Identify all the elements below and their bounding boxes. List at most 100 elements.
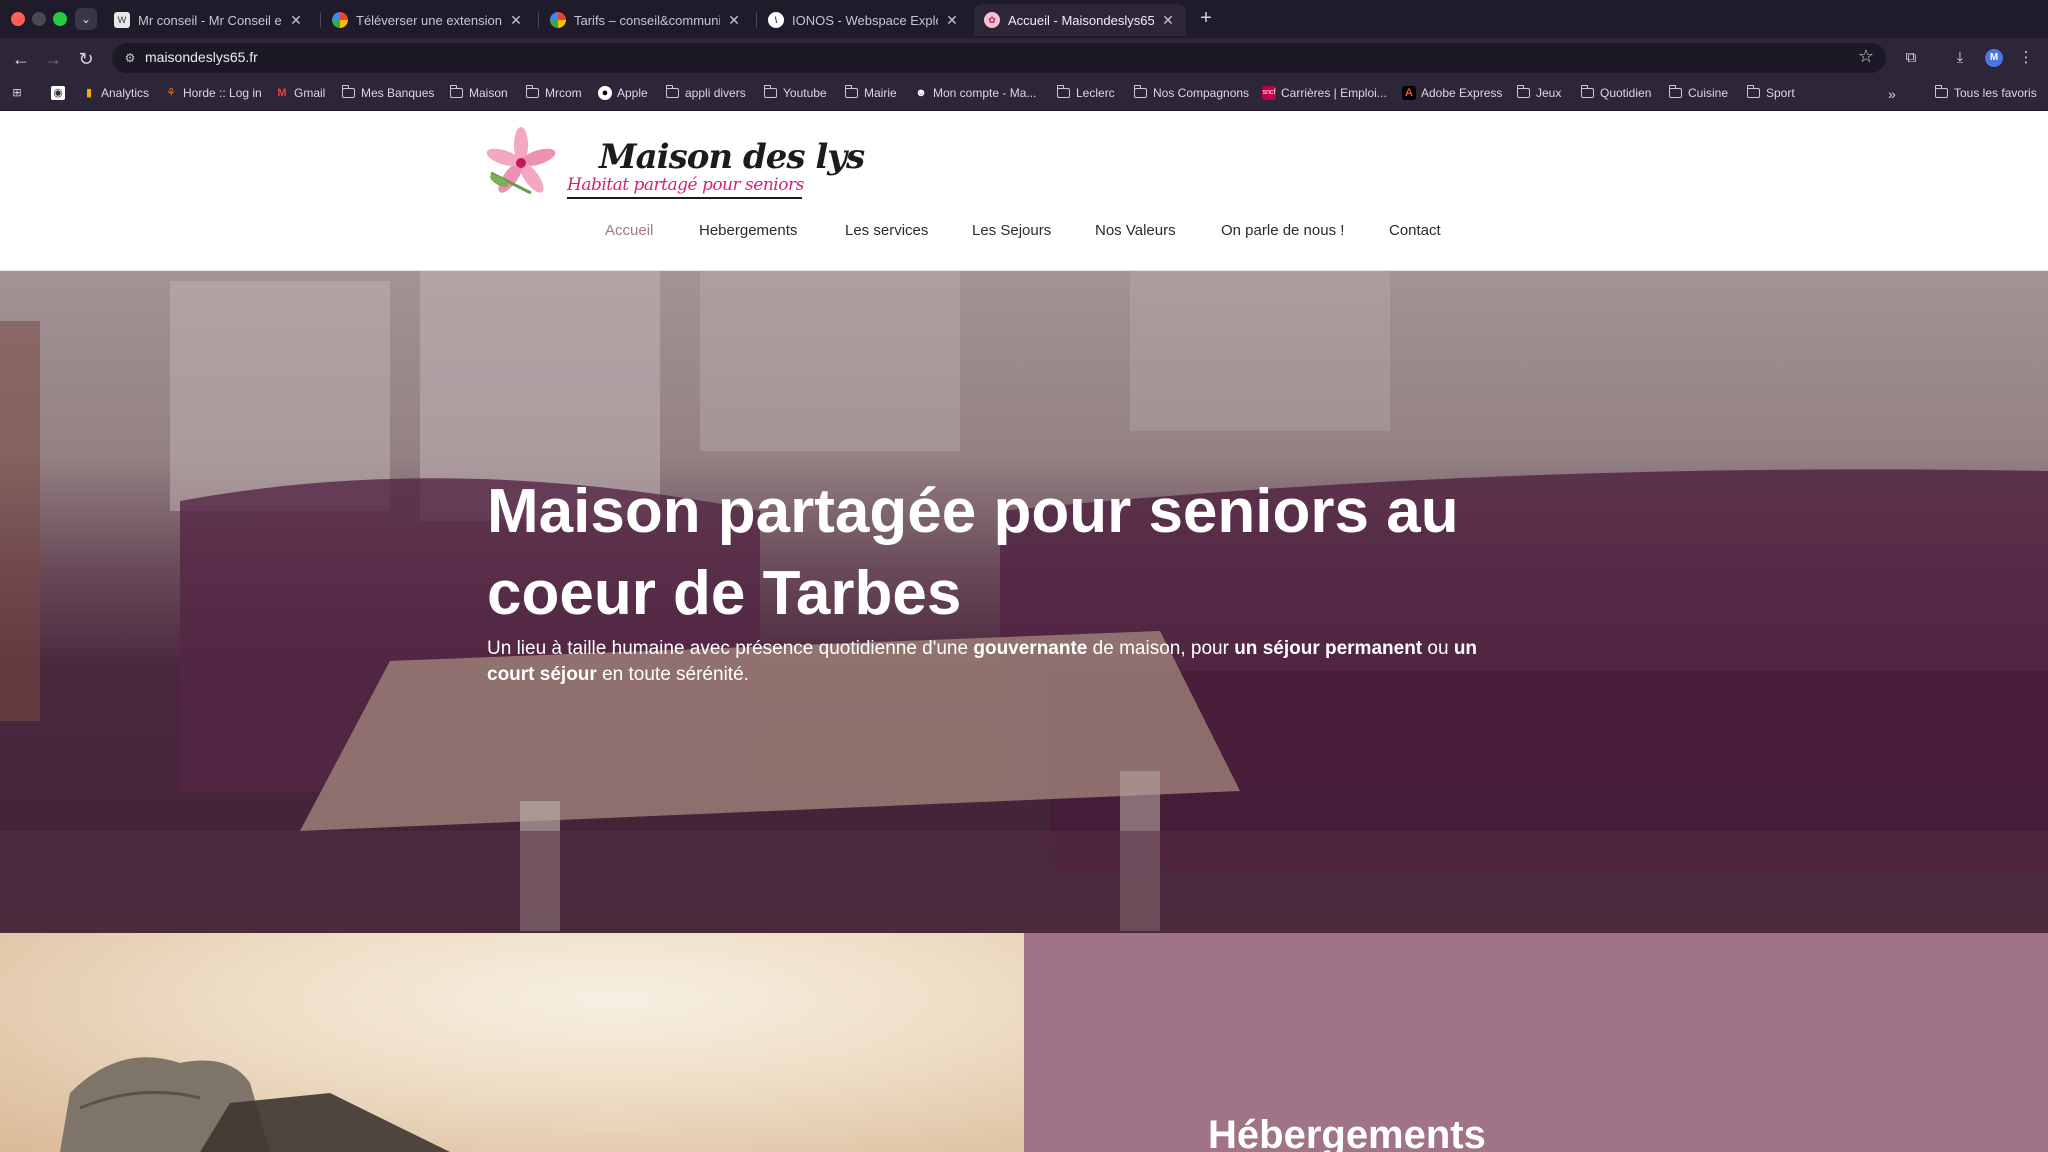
- tab-ionos[interactable]: \ IONOS - Webspace Explorer ✕: [758, 4, 970, 36]
- new-tab-button[interactable]: +: [1194, 6, 1218, 30]
- nav-accueil[interactable]: Accueil: [605, 222, 653, 239]
- address-bar[interactable]: ⚙ maisondeslys65.fr ☆: [112, 43, 1886, 73]
- bookmark-carrieres[interactable]: sncf Carrières | Emploi...: [1262, 86, 1387, 100]
- url-text[interactable]: maisondeslys65.fr: [145, 49, 258, 65]
- pillow-image: [60, 1057, 450, 1152]
- nav-on-parle-de-nous[interactable]: On parle de nous !: [1221, 222, 1344, 239]
- more-bookmarks-chevron-icon[interactable]: »: [1888, 86, 1896, 102]
- bookmarks-bar: ⊞ ◉ ▮ Analytics ⚘ Horde :: Log in M Gmail M…: [0, 78, 2048, 111]
- section-title-hebergements: Hébergements: [1208, 1113, 1486, 1152]
- emphasis-gouvernante: gouvernante: [973, 638, 1088, 659]
- horde-icon: ⚘: [166, 87, 176, 99]
- account-icon: ☻: [915, 87, 927, 99]
- apps-grid-icon[interactable]: ⊞: [10, 86, 29, 100]
- logo-subtitle: Habitat partagé pour seniors: [567, 175, 804, 195]
- tab-close-icon[interactable]: ✕: [726, 12, 742, 29]
- folder-icon: [450, 85, 463, 98]
- hebergements-section: Hébergements: [1024, 933, 2048, 1152]
- folder-icon: [1517, 85, 1530, 98]
- sncf-icon: sncf: [1262, 86, 1276, 100]
- ionos-favicon-icon: \: [768, 12, 784, 28]
- bookmark-analytics[interactable]: ▮ Analytics: [82, 86, 149, 100]
- bookmark-mon-compte[interactable]: ☻ Mon compte - Ma...: [914, 86, 1036, 100]
- logo-title: Maison des lys: [599, 137, 865, 177]
- main-navigation: Accueil Hebergements Les services Les Se…: [0, 222, 2048, 252]
- adobe-icon: A: [1402, 86, 1416, 100]
- lily-favicon-icon: ✿: [984, 12, 1000, 28]
- nav-contact[interactable]: Contact: [1389, 222, 1441, 239]
- folder-icon: [666, 85, 679, 98]
- web-page: Maison des lys Habitat partagé pour seni…: [0, 111, 2048, 1152]
- site-header: Maison des lys Habitat partagé pour seni…: [0, 111, 2048, 271]
- emphasis-sejour-permanent: un séjour permanent: [1234, 638, 1423, 659]
- analytics-icon: ▮: [85, 87, 93, 99]
- bookmark-adobe-express[interactable]: A Adobe Express: [1402, 86, 1502, 100]
- folder-icon: [1747, 85, 1760, 98]
- tab-mr-conseil[interactable]: W Mr conseil - Mr Conseil et co ✕: [104, 4, 314, 36]
- bookmark-favicon-icon[interactable]: ◉: [51, 86, 70, 100]
- bookmark-horde[interactable]: ⚘ Horde :: Log in: [164, 86, 262, 100]
- bookmark-nos-compagnons[interactable]: Nos Compagnons: [1134, 85, 1249, 100]
- bookmark-jeux[interactable]: Jeux: [1517, 85, 1561, 100]
- logo-underline: [567, 197, 802, 199]
- apple-icon: ●: [598, 86, 612, 100]
- nav-nos-valeurs[interactable]: Nos Valeurs: [1095, 222, 1176, 239]
- tab-strip: ⌄ W Mr conseil - Mr Conseil et co ✕ Télé…: [0, 0, 2048, 38]
- chrome-favicon-icon: [332, 12, 348, 28]
- folder-icon: [764, 85, 777, 98]
- back-button[interactable]: ←: [8, 46, 34, 72]
- gmail-icon: M: [277, 87, 287, 99]
- bookmark-gmail[interactable]: M Gmail: [275, 86, 325, 100]
- tab-accueil-maisondeslys65[interactable]: ✿ Accueil - Maisondeslys65 ✕: [974, 4, 1186, 36]
- folder-icon: [1134, 85, 1147, 98]
- bookmark-sport[interactable]: Sport: [1747, 85, 1795, 100]
- bookmark-mrcom[interactable]: Mrcom: [526, 85, 582, 100]
- browser-toolbar: ← → ↻ ⚙ maisondeslys65.fr ☆ ⧉ ⤓ M ⋮: [0, 38, 2048, 78]
- tab-close-icon[interactable]: ✕: [1160, 12, 1176, 29]
- folder-icon: [1935, 85, 1948, 98]
- chrome-favicon-icon: [550, 12, 566, 28]
- folder-icon: [526, 85, 539, 98]
- zoom-window-button[interactable]: [53, 12, 67, 26]
- bookmark-quotidien[interactable]: Quotidien: [1581, 85, 1651, 100]
- hero-subtitle: Un lieu à taille humaine avec présence q…: [487, 638, 1478, 685]
- bedroom-photo: [0, 933, 1024, 1152]
- nav-hebergements[interactable]: Hebergements: [699, 222, 797, 239]
- folder-icon: [845, 85, 858, 98]
- site-logo[interactable]: Maison des lys Habitat partagé pour seni…: [486, 127, 865, 203]
- tab-close-icon[interactable]: ✕: [288, 12, 304, 29]
- bookmark-appli-divers[interactable]: appli divers: [666, 85, 746, 100]
- nav-les-services[interactable]: Les services: [845, 222, 928, 239]
- reload-button[interactable]: ↻: [73, 46, 99, 72]
- folder-icon: [1581, 85, 1594, 98]
- folder-icon: [1669, 85, 1682, 98]
- folder-icon: [342, 85, 355, 98]
- bookmark-mairie[interactable]: Mairie: [845, 85, 897, 100]
- bookmark-leclerc[interactable]: Leclerc: [1057, 85, 1115, 100]
- site-settings-icon[interactable]: ⚙: [120, 48, 140, 68]
- hero-title: Maison partagée pour seniors au coeur de…: [487, 477, 1459, 628]
- bookmark-mes-banques[interactable]: Mes Banques: [342, 85, 434, 100]
- bookmark-cuisine[interactable]: Cuisine: [1669, 85, 1728, 100]
- tab-close-icon[interactable]: ✕: [944, 12, 960, 29]
- nav-les-sejours[interactable]: Les Sejours: [972, 222, 1051, 239]
- bookmark-maison[interactable]: Maison: [450, 85, 508, 100]
- tab-tarifs[interactable]: Tarifs – conseil&communicati ✕: [540, 4, 752, 36]
- tab-search-button[interactable]: ⌄: [75, 8, 97, 30]
- forward-button[interactable]: →: [40, 46, 66, 72]
- wordpress-favicon-icon: W: [114, 12, 130, 28]
- tab-close-icon[interactable]: ✕: [508, 12, 524, 29]
- download-icon[interactable]: ⤓: [1948, 46, 1972, 70]
- minimize-window-button[interactable]: [32, 12, 46, 26]
- extensions-icon[interactable]: ⧉: [1899, 46, 1923, 70]
- bookmark-star-icon[interactable]: ☆: [1858, 46, 1874, 67]
- hero-banner: Maison partagée pour seniors au coeur de…: [0, 271, 2048, 933]
- bookmark-youtube[interactable]: Youtube: [764, 85, 827, 100]
- folder-icon: [1057, 85, 1070, 98]
- profile-avatar[interactable]: M: [1985, 49, 2003, 67]
- all-bookmarks[interactable]: Tous les favoris: [1935, 85, 2037, 100]
- bookmark-apple[interactable]: ● Apple: [598, 86, 648, 100]
- close-window-button[interactable]: [11, 12, 25, 26]
- menu-kebab-icon[interactable]: ⋮: [2014, 46, 2038, 70]
- tab-televerser[interactable]: Téléverser une extension ‹ co ✕: [322, 4, 534, 36]
